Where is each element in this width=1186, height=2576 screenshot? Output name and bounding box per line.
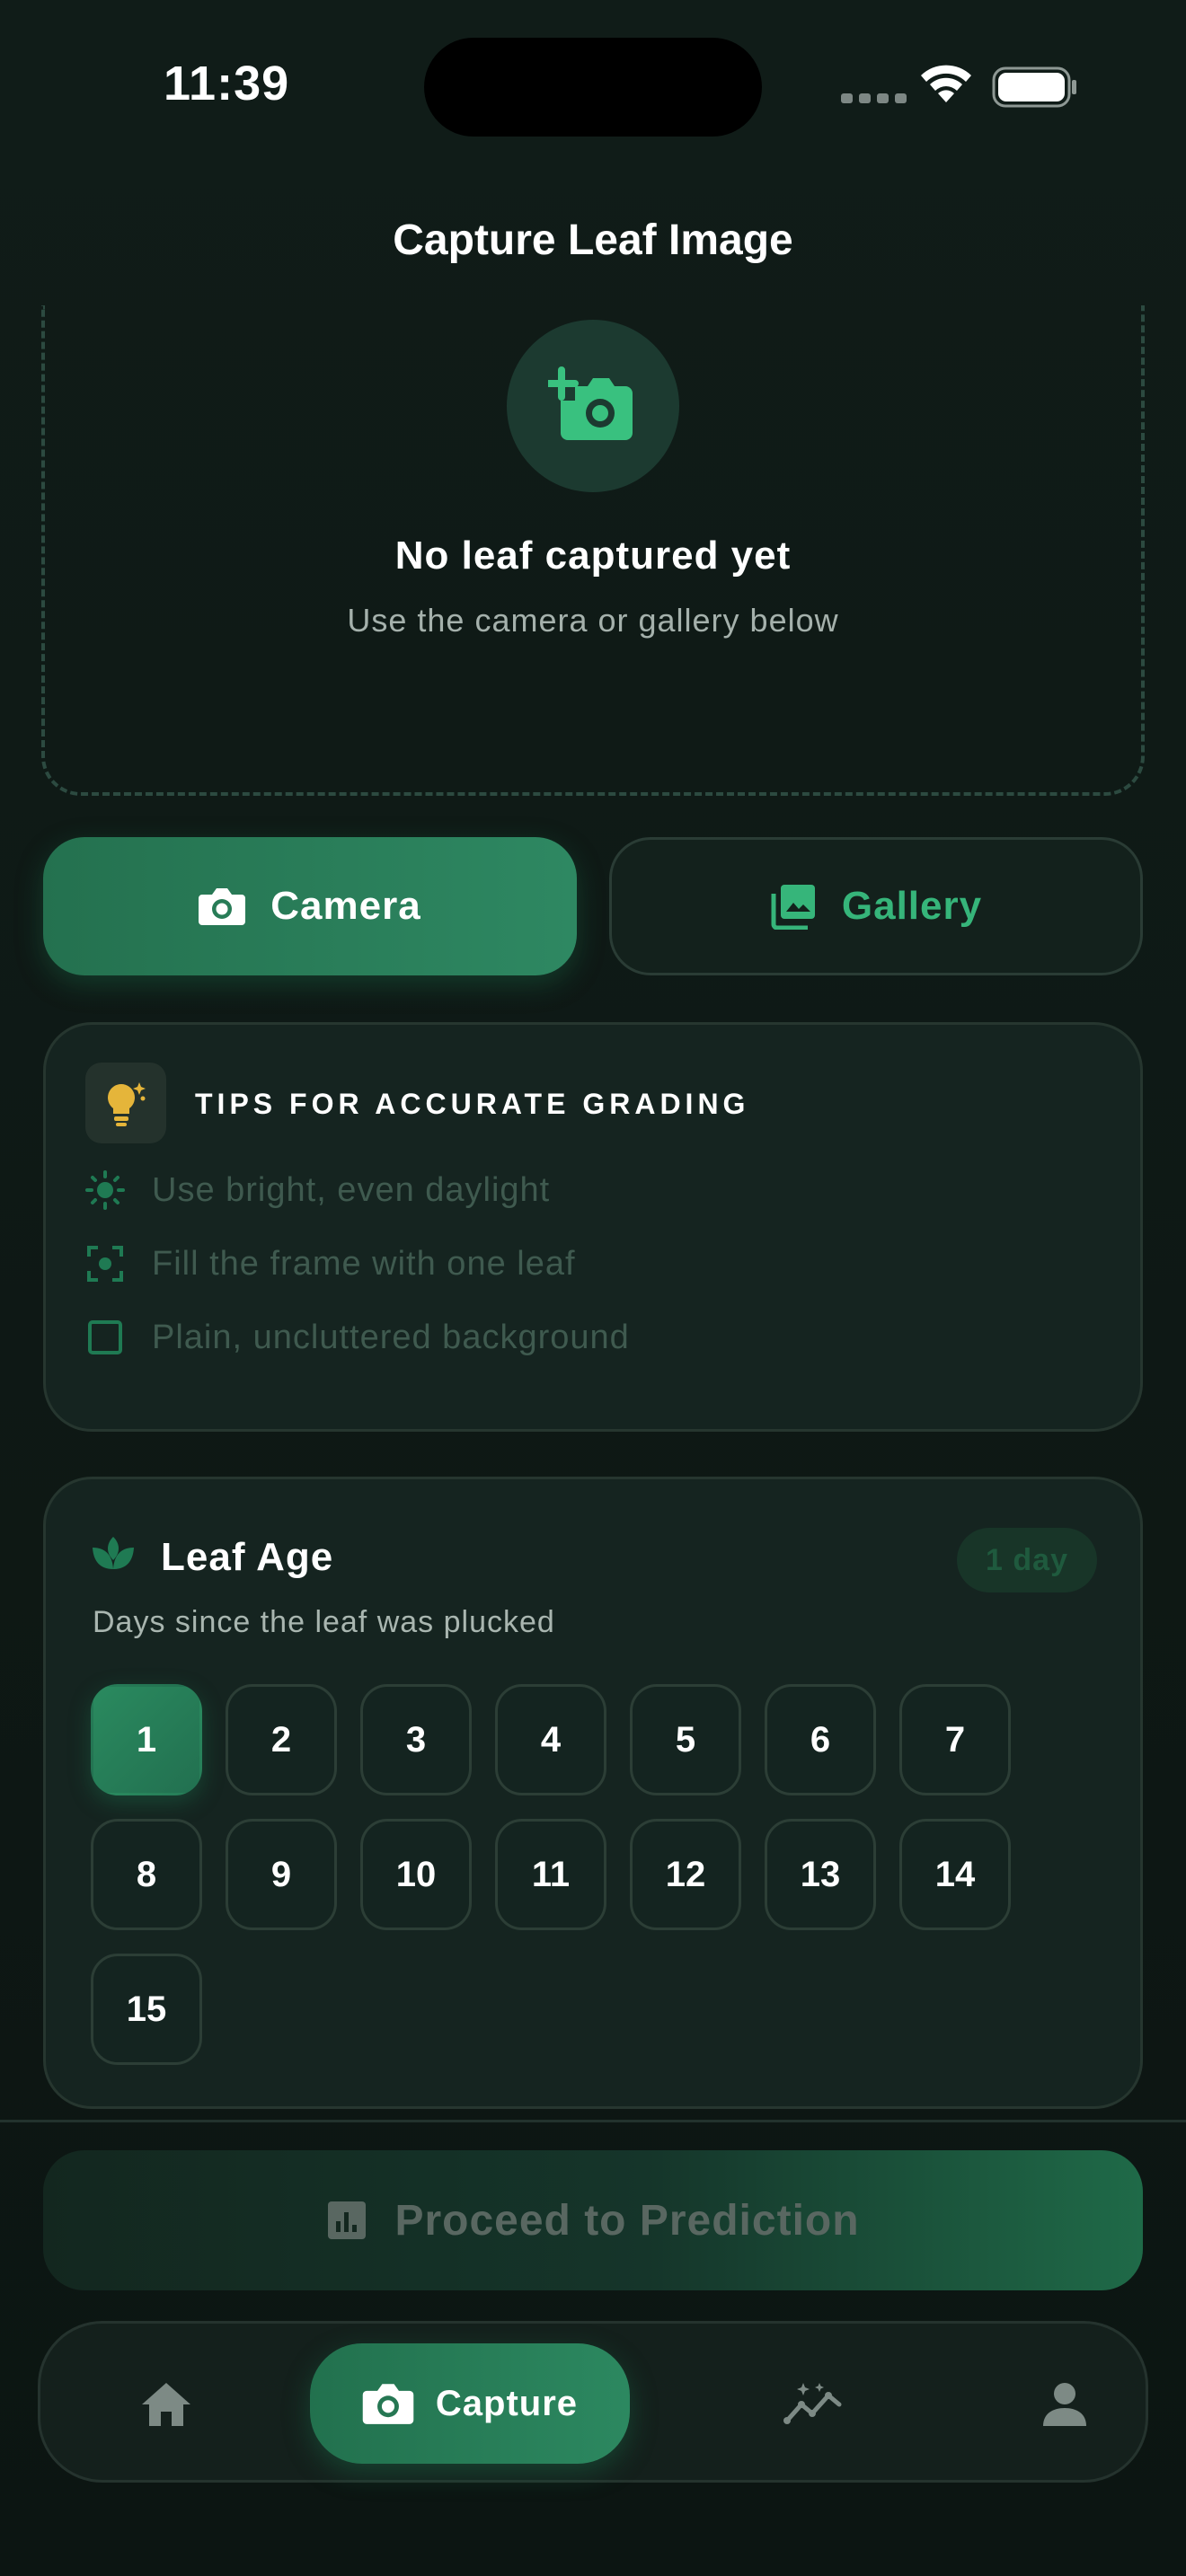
gallery-button[interactable]: Gallery [609,837,1143,975]
day-chip[interactable]: 10 [360,1819,472,1930]
tip-text: Use bright, even daylight [152,1170,551,1209]
day-chip[interactable]: 8 [91,1819,202,1930]
day-chip[interactable]: 11 [495,1819,606,1930]
capture-empty-subtitle: Use the camera or gallery below [347,602,839,639]
tips-icon-box [85,1063,166,1143]
day-chip[interactable]: 3 [360,1684,472,1795]
camera-icon [362,2384,414,2424]
gallery-icon [771,885,815,930]
nav-capture[interactable]: Capture [310,2343,630,2464]
day-chip[interactable]: 9 [226,1819,337,1930]
capture-icon-circle[interactable] [507,320,679,492]
day-chip[interactable]: 1 [91,1684,202,1795]
proceed-button[interactable]: Proceed to Prediction [43,2150,1143,2290]
home-icon [142,2383,190,2426]
nav-profile[interactable] [984,2324,1146,2485]
capture-empty-title: No leaf captured yet [394,534,792,578]
camera-icon [199,888,246,925]
tip-text: Plain, uncluttered background [152,1318,630,1356]
square-icon [85,1318,125,1357]
nav-home[interactable] [85,2324,247,2485]
day-chip[interactable]: 4 [495,1684,606,1795]
day-chip[interactable]: 15 [91,1954,202,2065]
day-chip[interactable]: 7 [899,1684,1011,1795]
day-chip[interactable]: 14 [899,1819,1011,1930]
insights-icon [783,2383,842,2424]
focus-frame-icon [85,1244,125,1284]
nav-capture-label: Capture [435,2383,579,2423]
tip-text: Fill the frame with one leaf [152,1244,576,1283]
leaf-age-title: Leaf Age [161,1535,334,1579]
day-chip[interactable]: 13 [765,1819,876,1930]
lightbulb-icon [108,1082,146,1126]
dynamic-island [424,38,762,137]
status-time: 11:39 [164,57,290,110]
gallery-button-label: Gallery [841,884,983,928]
divider [0,2120,1186,2122]
day-chip[interactable]: 2 [226,1684,337,1795]
cellular-signal-icon [841,93,907,103]
tip-item: Plain, uncluttered background [85,1318,630,1357]
leaf-age-subtitle: Days since the leaf was plucked [93,1605,555,1639]
sun-icon [85,1170,125,1210]
camera-button[interactable]: Camera [43,837,577,975]
tip-item: Use bright, even daylight [85,1170,550,1210]
day-selector: 1 2 3 4 5 6 7 8 9 10 11 12 13 14 15 [91,1684,1079,2065]
report-icon [328,2201,367,2239]
leaf-sprout-icon [93,1537,134,1569]
camera-button-label: Camera [270,884,421,928]
add-camera-icon [548,366,633,440]
person-icon [1043,2383,1086,2426]
proceed-button-label: Proceed to Prediction [394,2196,860,2245]
leaf-age-badge: 1 day [957,1528,1097,1592]
battery-icon [992,66,1076,108]
page-title: Capture Leaf Image [393,216,793,264]
leaf-age-card: Leaf Age 1 day Days since the leaf was p… [43,1477,1143,2109]
wifi-icon [921,65,971,102]
tip-item: Fill the frame with one leaf [85,1244,576,1284]
tips-card: TIPS FOR ACCURATE GRADING Use bright, ev… [43,1022,1143,1432]
day-chip[interactable]: 12 [630,1819,741,1930]
tips-title: TIPS FOR ACCURATE GRADING [195,1088,750,1120]
bottom-nav: Capture [38,2321,1148,2483]
day-chip[interactable]: 5 [630,1684,741,1795]
day-chip[interactable]: 6 [765,1684,876,1795]
nav-insights[interactable] [732,2324,894,2485]
capture-screen: 11:39 Capture Leaf Image No leaf capture… [0,0,1186,2576]
